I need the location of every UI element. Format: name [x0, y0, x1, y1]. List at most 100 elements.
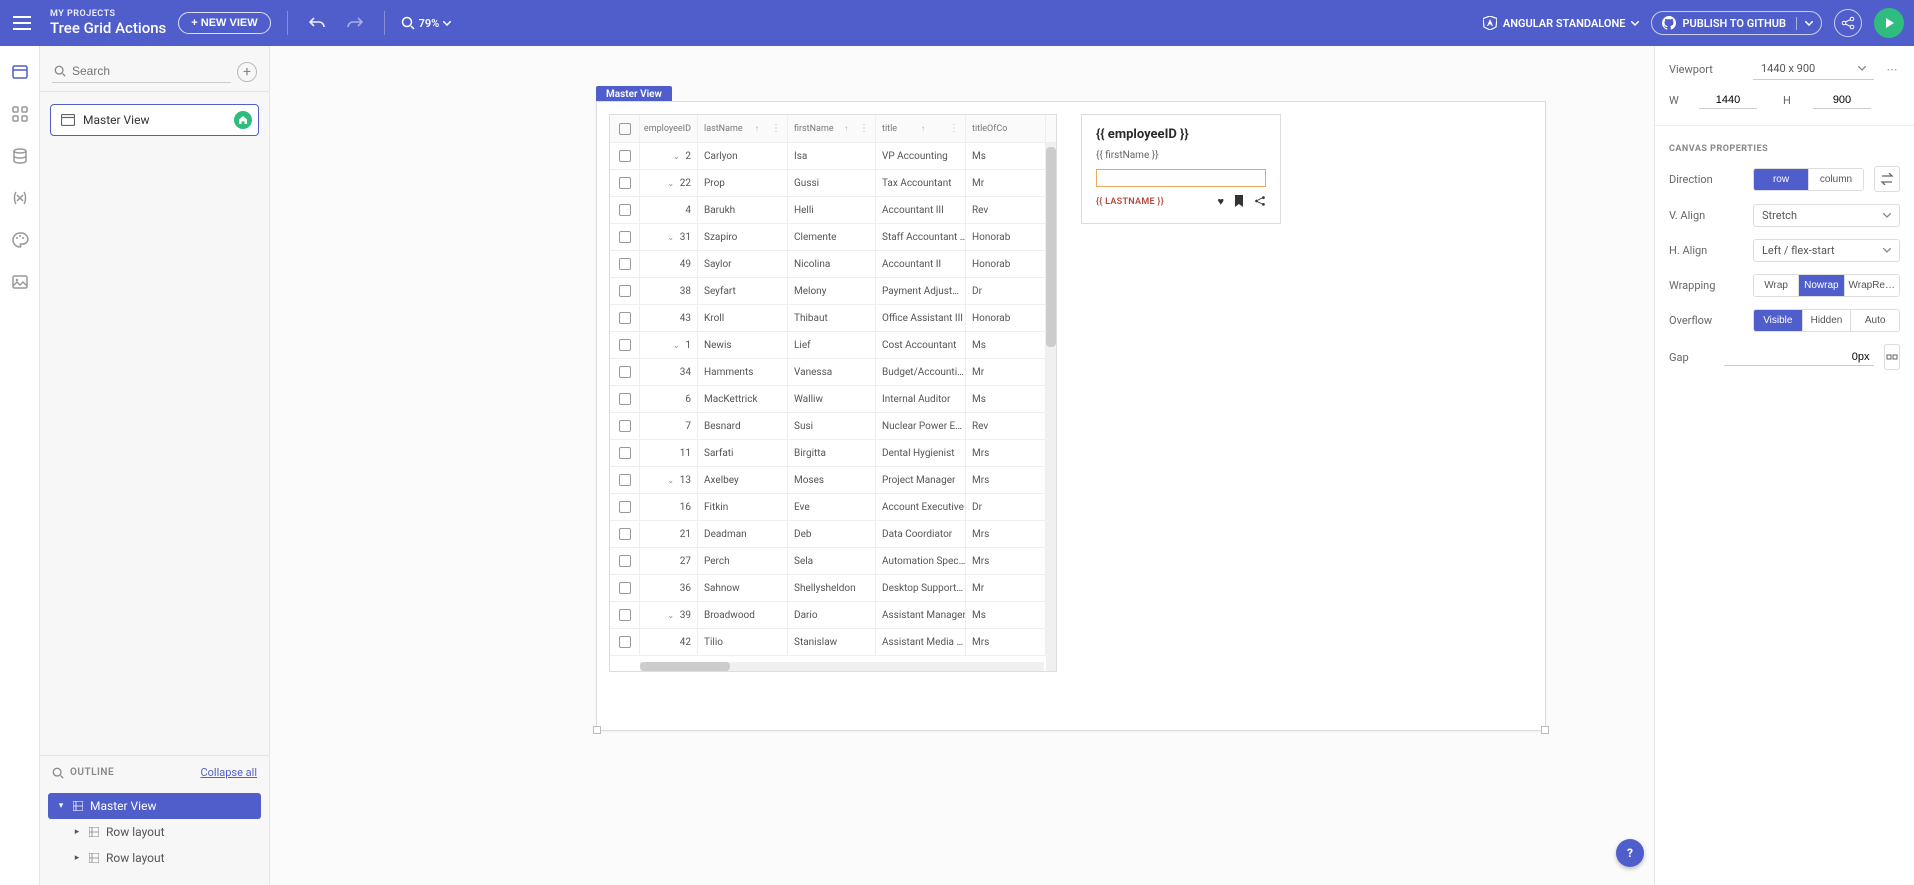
help-button[interactable]: ?	[1616, 839, 1644, 867]
publish-dropdown[interactable]	[1796, 17, 1821, 30]
swap-axes-button[interactable]	[1874, 166, 1900, 192]
row-checkbox[interactable]	[610, 629, 640, 655]
sort-asc-icon[interactable]: ↑	[921, 124, 925, 133]
new-view-button[interactable]: + NEW VIEW	[178, 12, 270, 34]
table-row[interactable]: 6MacKettrickWalliwInternal AuditorMs	[610, 386, 1056, 413]
card-selected-element[interactable]	[1096, 169, 1266, 187]
nowrap-button[interactable]: Nowrap	[1799, 275, 1844, 296]
canvas[interactable]: Master View ⋮↑employeeID lastName↑⋮ firs…	[270, 46, 1654, 885]
expand-icon[interactable]: ⌄	[666, 179, 676, 188]
valign-select[interactable]: Stretch	[1753, 204, 1900, 227]
wrap-button[interactable]: Wrap	[1754, 275, 1799, 296]
col-header-titleofcourtesy[interactable]: titleOfCo	[966, 115, 1046, 142]
overflow-hidden-button[interactable]: Hidden	[1803, 310, 1852, 331]
search-input-wrap[interactable]	[52, 60, 231, 83]
outline-row-1[interactable]: ▸ Row layout	[48, 819, 261, 845]
grid-vscrollbar[interactable]	[1046, 143, 1056, 671]
table-row[interactable]: ⌄31SzapiroClementeStaff Accountant …Hono…	[610, 224, 1056, 251]
row-checkbox[interactable]	[610, 413, 640, 439]
heart-icon[interactable]: ♥	[1217, 195, 1224, 208]
table-row[interactable]: 36SahnowShellysheldonDesktop Support…Mr	[610, 575, 1056, 602]
height-input[interactable]	[1813, 92, 1871, 109]
table-row[interactable]: 21DeadmanDebData CoordiatorMrs	[610, 521, 1056, 548]
table-row[interactable]: 38SeyfartMelonyPayment Adjust…Dr	[610, 278, 1056, 305]
data-icon[interactable]	[8, 144, 32, 168]
wrapreverse-button[interactable]: WrapRe…	[1845, 275, 1900, 296]
row-checkbox[interactable]	[610, 575, 640, 601]
framework-selector[interactable]: ANGULAR STANDALONE	[1483, 16, 1640, 30]
outline-root[interactable]: ▾ Master View	[48, 793, 261, 819]
undo-icon[interactable]	[304, 10, 330, 36]
row-checkbox[interactable]	[610, 251, 640, 277]
bookmark-icon[interactable]	[1234, 195, 1244, 208]
variables-icon[interactable]	[8, 186, 32, 210]
row-checkbox[interactable]	[610, 359, 640, 385]
col-header-lastname[interactable]: lastName↑⋮	[698, 115, 788, 142]
header-checkbox-cell[interactable]	[610, 115, 640, 142]
gap-input[interactable]	[1724, 349, 1874, 366]
artboard[interactable]: ⋮↑employeeID lastName↑⋮ firstName↑⋮ titl…	[596, 101, 1546, 731]
halign-select[interactable]: Left / flex-start	[1753, 239, 1900, 262]
column-menu-icon[interactable]: ⋮	[771, 123, 781, 134]
row-checkbox[interactable]	[610, 494, 640, 520]
zoom-control[interactable]: 79%	[401, 16, 452, 30]
search-input[interactable]	[72, 64, 229, 78]
table-row[interactable]: 11SarfatiBirgittaDental HygienistMrs	[610, 440, 1056, 467]
table-row[interactable]: ⌄22PropGussiTax AccountantMr	[610, 170, 1056, 197]
add-view-button[interactable]: +	[237, 62, 257, 82]
column-menu-icon[interactable]: ⋮	[859, 123, 869, 134]
row-checkbox[interactable]	[610, 305, 640, 331]
breadcrumb[interactable]: MY PROJECTS	[50, 9, 166, 20]
menu-icon[interactable]	[10, 11, 34, 35]
assets-icon[interactable]	[8, 270, 32, 294]
row-checkbox[interactable]	[610, 170, 640, 196]
view-item-master[interactable]: Master View	[50, 104, 259, 136]
chevron-right-icon[interactable]: ▸	[72, 827, 82, 837]
table-row[interactable]: 27PerchSelaAutomation Spec…Mrs	[610, 548, 1056, 575]
sort-asc-icon[interactable]: ↑	[755, 124, 759, 133]
preview-button[interactable]	[1874, 8, 1904, 38]
table-row[interactable]: ⌄13AxelbeyMosesProject ManagerMrs	[610, 467, 1056, 494]
chevron-right-icon[interactable]: ▸	[72, 853, 82, 863]
col-header-title[interactable]: title↑⋮	[876, 115, 966, 142]
table-row[interactable]: ⌄2CarlyonIsaVP AccountingMs	[610, 143, 1056, 170]
collapse-all-link[interactable]: Collapse all	[200, 766, 257, 779]
row-checkbox[interactable]	[610, 521, 640, 547]
expand-icon[interactable]: ⌄	[671, 341, 681, 350]
tree-grid[interactable]: ⋮↑employeeID lastName↑⋮ firstName↑⋮ titl…	[609, 114, 1057, 672]
row-checkbox[interactable]	[610, 143, 640, 169]
table-row[interactable]: 42TilioStanislawAssistant Media …Mrs	[610, 629, 1056, 656]
table-row[interactable]: 34HammentsVanessaBudget/Accounti…Mr	[610, 359, 1056, 386]
chevron-down-icon[interactable]: ▾	[56, 801, 66, 811]
share-icon[interactable]	[1254, 195, 1266, 208]
table-row[interactable]: 7BesnardSusiNuclear Power E…Rev	[610, 413, 1056, 440]
outline-row-2[interactable]: ▸ Row layout	[48, 845, 261, 871]
row-checkbox[interactable]	[610, 440, 640, 466]
overflow-auto-button[interactable]: Auto	[1851, 310, 1899, 331]
grid-hscrollbar[interactable]	[640, 662, 1044, 671]
table-row[interactable]: 4BarukhHelliAccountant IIIRev	[610, 197, 1056, 224]
share-button[interactable]	[1834, 9, 1862, 37]
components-icon[interactable]	[8, 102, 32, 126]
row-checkbox[interactable]	[610, 386, 640, 412]
row-checkbox[interactable]	[610, 332, 640, 358]
table-row[interactable]: 43KrollThibautOffice Assistant IIIHonora…	[610, 305, 1056, 332]
redo-icon[interactable]	[342, 10, 368, 36]
column-menu-icon[interactable]: ⋮	[949, 123, 959, 134]
expand-icon[interactable]: ⌄	[666, 476, 676, 485]
theme-icon[interactable]	[8, 228, 32, 252]
table-row[interactable]: ⌄1NewisLiefCost AccountantMs	[610, 332, 1056, 359]
col-header-firstname[interactable]: firstName↑⋮	[788, 115, 876, 142]
table-row[interactable]: ⌄39BroadwoodDarioAssistant ManagerMs	[610, 602, 1056, 629]
row-checkbox[interactable]	[610, 224, 640, 250]
row-checkbox[interactable]	[610, 197, 640, 223]
expand-icon[interactable]: ⌄	[666, 233, 676, 242]
table-row[interactable]: 16FitkinEveAccount ExecutiveDr	[610, 494, 1056, 521]
gap-link-button[interactable]	[1884, 344, 1900, 370]
row-checkbox[interactable]	[610, 467, 640, 493]
publish-github-button[interactable]: PUBLISH TO GITHUB	[1652, 12, 1796, 34]
sort-asc-icon[interactable]: ↑	[844, 124, 848, 133]
width-input[interactable]	[1699, 92, 1757, 109]
col-header-id[interactable]: ⋮↑employeeID	[640, 115, 698, 142]
table-row[interactable]: 49SaylorNicolinaAccountant IIHonorab	[610, 251, 1056, 278]
